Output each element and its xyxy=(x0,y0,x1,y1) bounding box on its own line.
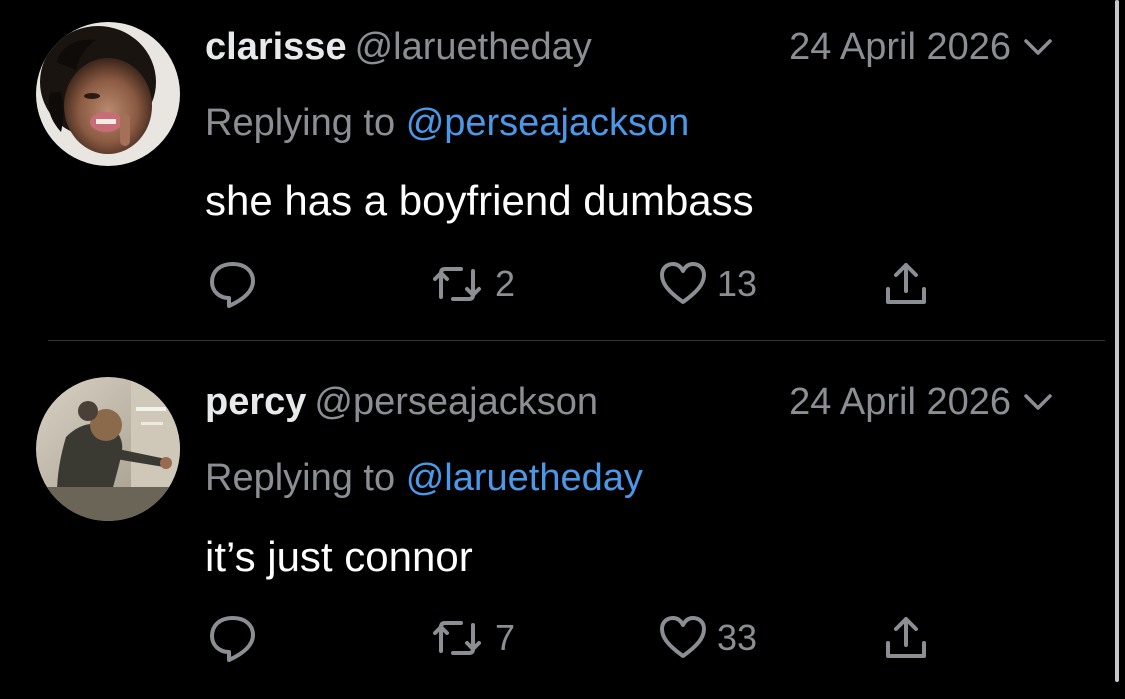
share-icon xyxy=(880,257,932,311)
tweet-date-menu: 24 April 2026 xyxy=(789,25,1055,69)
reply-button[interactable] xyxy=(205,257,261,311)
avatar[interactable] xyxy=(36,22,180,166)
replying-to-mention[interactable]: @perseajackson xyxy=(406,102,690,144)
replying-to-label: Replying to xyxy=(205,457,396,499)
chevron-down-icon[interactable] xyxy=(1021,30,1055,64)
chevron-down-icon[interactable] xyxy=(1021,385,1055,419)
reply-icon xyxy=(205,257,261,311)
avatar[interactable] xyxy=(36,377,180,521)
like-icon xyxy=(657,257,709,311)
tweet-header: percy @perseajackson xyxy=(205,380,598,424)
retweet-icon xyxy=(427,611,487,665)
user-handle[interactable]: @perseajackson xyxy=(314,381,598,423)
tweet-actions: 2 13 xyxy=(205,257,965,311)
retweet-button[interactable]: 2 xyxy=(427,257,515,311)
display-name[interactable]: percy xyxy=(205,381,306,423)
retweet-button[interactable]: 7 xyxy=(427,611,515,665)
replying-to-label: Replying to xyxy=(205,102,396,144)
tweet-percy[interactable]: percy @perseajackson 24 April 2026 Replyi… xyxy=(0,342,1105,682)
replying-to-mention[interactable]: @laruetheday xyxy=(406,457,643,499)
tweet-text: it’s just connor xyxy=(205,533,473,580)
display-name[interactable]: clarisse xyxy=(205,26,347,68)
like-icon xyxy=(657,611,709,665)
tweet-text: she has a boyfriend dumbass xyxy=(205,177,754,224)
tweet-divider xyxy=(48,340,1105,341)
share-button[interactable] xyxy=(880,611,932,665)
retweet-count: 2 xyxy=(495,263,516,304)
replying-to: Replying to @laruetheday xyxy=(205,456,643,500)
reply-icon xyxy=(205,611,261,665)
reply-button[interactable] xyxy=(205,611,261,665)
like-button[interactable]: 13 xyxy=(657,257,757,311)
retweet-icon xyxy=(427,257,487,311)
share-button[interactable] xyxy=(880,257,932,311)
tweet-actions: 7 33 xyxy=(205,611,965,665)
tweet-clarisse[interactable]: clarisse @laruetheday 24 April 2026 Reply… xyxy=(0,0,1105,340)
replying-to: Replying to @perseajackson xyxy=(205,101,689,145)
tweet-date: 24 April 2026 xyxy=(789,381,1011,423)
user-handle[interactable]: @laruetheday xyxy=(355,26,592,68)
tweet-header: clarisse @laruetheday xyxy=(205,25,592,69)
tweet-date-menu: 24 April 2026 xyxy=(789,380,1055,424)
like-button[interactable]: 33 xyxy=(657,611,757,665)
tweet-date: 24 April 2026 xyxy=(789,26,1011,68)
scrollbar[interactable] xyxy=(1115,0,1119,682)
retweet-count: 7 xyxy=(495,617,516,658)
share-icon xyxy=(880,611,932,665)
like-count: 33 xyxy=(717,617,758,658)
like-count: 13 xyxy=(717,263,758,304)
